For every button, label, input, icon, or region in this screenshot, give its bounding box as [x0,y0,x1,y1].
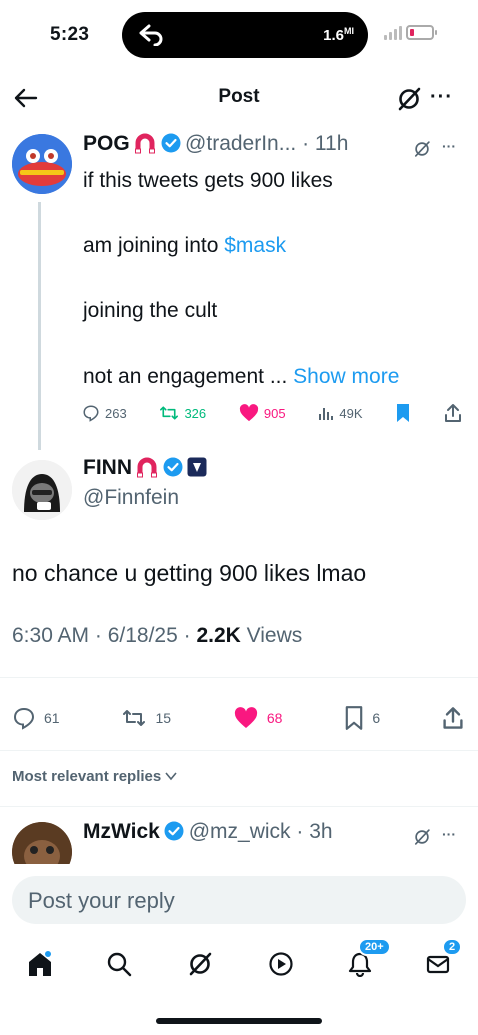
chevron-down-icon [165,772,178,781]
tweet-header: FINN [83,456,207,480]
divider [0,750,478,751]
reply-icon [83,405,99,422]
tweet-actions: 263 326 905 49K [82,403,462,423]
bookmark-icon [346,706,363,730]
tweet-header: POG @traderIn... · 11h [83,132,348,156]
separator: · [290,820,310,843]
views-button[interactable]: 49K [318,405,363,421]
handle[interactable]: @mz_wick [189,820,291,843]
magnet-icon [135,133,156,154]
retweet-icon [160,406,179,420]
bookmark-button[interactable] [395,403,411,423]
grok-icon[interactable] [396,86,422,112]
tweet-text: no chance u getting 900 likes lmao [12,560,367,586]
avatar[interactable] [12,822,72,864]
retweet-button[interactable]: 326 [159,404,206,422]
heart-icon [234,707,258,728]
notifications-badge: 20+ [358,938,391,956]
like-button[interactable]: 68 [233,707,282,729]
display-name[interactable]: POG [83,132,130,155]
cashtag-link[interactable]: $mask [224,234,286,257]
battery-icon [406,25,437,40]
verified-icon [161,133,181,153]
verified-icon [164,821,184,841]
separator: · [296,132,315,155]
nav-search[interactable] [99,944,139,984]
nav-notifications[interactable]: 20+ [340,938,391,984]
retweet-icon [123,710,146,726]
post-time: 3h [309,820,333,843]
thread-line [38,202,41,450]
share-button[interactable] [444,403,462,423]
bookmark-icon [397,404,410,422]
replies-sort-button[interactable]: Most relevant replies [12,768,178,785]
data-rate: 1.6MI [323,26,354,44]
heart-icon [239,404,259,422]
signal-icon [384,26,402,40]
tweet-line: am joining into $mask [83,234,287,257]
post-time: 11h [314,132,349,155]
reply-icon [13,707,35,730]
home-icon [29,951,51,976]
divider [0,806,478,807]
verified-icon [163,457,183,477]
nav-video[interactable] [261,944,301,984]
share-icon [445,404,461,422]
dynamic-island: 1.6MI [122,12,368,58]
retweet-button[interactable]: 15 [121,707,171,729]
tweet-line: joining the cult [83,299,218,322]
more-icon[interactable]: ··· [430,86,453,109]
views-icon [319,408,334,420]
share-button[interactable] [442,706,464,730]
reply-button[interactable]: 61 [12,706,60,730]
more-icon[interactable]: ··· [442,138,456,154]
reply-button[interactable]: 263 [82,404,127,422]
display-name[interactable]: MzWick [83,820,160,843]
reply-input[interactable]: Post your reply [12,876,466,924]
divider [0,677,478,678]
reply-item[interactable]: MzWick @mz_wick · 3h ··· [0,812,478,864]
tweet-line: if this tweets gets 900 likes [83,169,333,192]
like-button[interactable]: 905 [239,404,286,422]
affiliate-badge-icon [187,457,207,477]
magnet-icon [137,457,158,478]
nav-grok[interactable] [180,944,220,984]
show-more-link[interactable]: Show more [293,365,399,388]
grok-icon[interactable] [413,828,431,846]
tweet-line: not an engagement ... Show more [83,365,400,388]
avatar[interactable] [12,460,72,520]
bookmark-button[interactable]: 6 [344,706,380,730]
nav-messages[interactable]: 2 [418,938,463,984]
home-indicator [156,1018,322,1024]
tweet-actions: 61 15 68 6 [12,706,464,730]
tweet-timestamp: 6:30 AM · 6/18/25 · 2.2K Views [12,624,303,647]
display-name[interactable]: FINN [83,456,132,479]
status-time: 5:23 [50,24,90,45]
search-icon [107,952,132,977]
share-icon [443,707,463,729]
bottom-nav: 20+ 2 [0,938,478,984]
grok-icon[interactable] [413,140,431,158]
views-count[interactable]: 2.2K [196,624,240,647]
reply-header: MzWick @mz_wick · 3h [83,820,333,844]
handle[interactable]: @traderIn... [185,132,296,155]
grok-icon [189,952,212,976]
nav-home[interactable] [20,944,60,984]
handle[interactable]: @Finnfein [83,486,179,510]
back-arrow-icon [139,24,163,46]
avatar[interactable] [12,134,72,194]
messages-badge: 2 [442,938,463,956]
more-icon[interactable]: ··· [442,826,456,842]
video-icon [269,952,293,976]
